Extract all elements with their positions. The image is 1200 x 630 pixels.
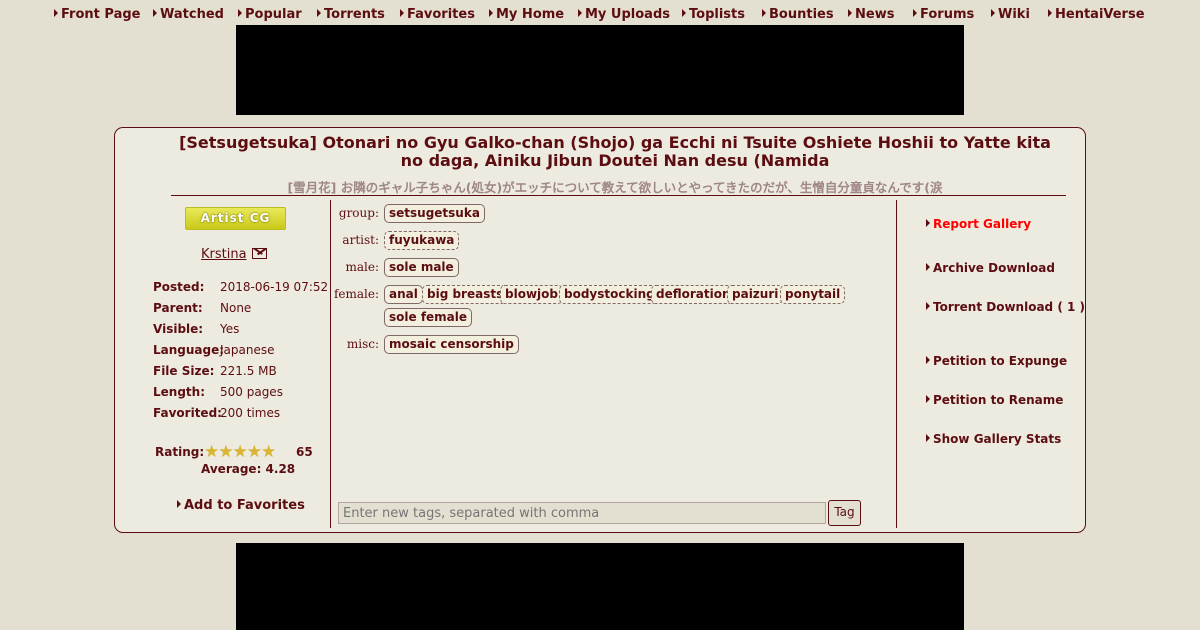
nav-torrents[interactable]: Torrents (317, 7, 385, 22)
detail-key: Visible: (153, 322, 204, 336)
arrow-icon (54, 9, 58, 17)
nav-my-uploads[interactable]: My Uploads (578, 7, 670, 22)
rating-stars-icon[interactable]: ★★★★★ ★★★★★ (204, 444, 286, 461)
nav-front-page[interactable]: Front Page (54, 7, 140, 22)
arrow-icon (177, 500, 181, 508)
tag-setsugetsuka[interactable]: setsugetsuka (384, 204, 485, 223)
arrow-icon (153, 9, 157, 17)
nav-toplists[interactable]: Toplists (682, 7, 745, 22)
detail-value: 500 pages (220, 385, 283, 399)
tag-mosaic-censorship[interactable]: mosaic censorship (384, 335, 519, 354)
bottom-ad-banner[interactable] (236, 543, 964, 630)
report-gallery-link[interactable]: Report Gallery (926, 217, 1031, 231)
arrow-icon (913, 9, 917, 17)
arrow-icon (926, 263, 930, 271)
detail-value: 221.5 MB (220, 364, 277, 378)
uploader-link[interactable]: Krstina (201, 247, 247, 262)
nav-watched[interactable]: Watched (153, 7, 224, 22)
detail-key: File Size: (153, 364, 215, 378)
tag-namespace-group: group: (338, 206, 379, 220)
nav-news[interactable]: News (848, 7, 894, 22)
nav-my-home[interactable]: My Home (489, 7, 564, 22)
nav-forums[interactable]: Forums (913, 7, 974, 22)
detail-value: Japanese (220, 343, 275, 357)
tag-fuyukawa[interactable]: fuyukawa (384, 231, 460, 250)
mail-icon[interactable] (252, 248, 267, 259)
tag-blowjob[interactable]: blowjob (500, 285, 563, 304)
arrow-icon (926, 434, 930, 442)
tag-namespace-male: male: (345, 260, 379, 274)
nav-wiki[interactable]: Wiki (991, 7, 1030, 22)
detail-value: 2018-06-19 07:52 (220, 280, 329, 294)
arrow-icon (762, 9, 766, 17)
arrow-icon (682, 9, 686, 17)
tag-bodystocking[interactable]: bodystocking (559, 285, 660, 304)
detail-key: Language: (153, 343, 225, 357)
arrow-icon (991, 9, 995, 17)
top-ad-banner[interactable] (236, 25, 964, 115)
arrow-icon (400, 9, 404, 17)
tag-sole-male[interactable]: sole male (384, 258, 459, 277)
arrow-icon (926, 356, 930, 364)
arrow-icon (926, 219, 930, 227)
detail-key: Favorited: (153, 406, 222, 420)
star-fill-icon: ★★★★★ (204, 444, 275, 460)
tag-ponytail[interactable]: ponytail (780, 285, 846, 304)
arrow-icon (238, 9, 242, 17)
gallery-title-japanese: [雪月花] お隣のギャル子ちゃん(処女)がエッチについて教えて欲しいとやってきた… (287, 180, 943, 195)
gallery-stats-link[interactable]: Show Gallery Stats (926, 432, 1061, 446)
tag-namespace-female: female: (333, 287, 379, 301)
gallery-title: [Setsugetsuka] Otonari no Gyu Galko-chan… (179, 133, 1051, 170)
left-column-divider (330, 200, 331, 528)
add-to-favorites-link[interactable]: Add to Favorites (177, 498, 305, 513)
detail-value: 200 times (220, 406, 281, 420)
petition-expunge-link[interactable]: Petition to Expunge (926, 354, 1067, 368)
tag-namespace-misc: misc: (346, 337, 379, 351)
nav-favorites[interactable]: Favorites (400, 7, 475, 22)
petition-rename-link[interactable]: Petition to Rename (926, 393, 1063, 407)
torrent-download-link[interactable]: Torrent Download ( 1 ) (926, 300, 1085, 314)
detail-key: Length: (153, 385, 205, 399)
top-nav: Front Page Watched Popular Torrents Favo… (0, 0, 1200, 28)
arrow-icon (1048, 9, 1052, 17)
rating-label: Rating: (155, 445, 205, 459)
nav-bounties[interactable]: Bounties (762, 7, 834, 22)
new-tags-input[interactable] (338, 502, 826, 524)
detail-value: None (220, 301, 252, 315)
rating-count: 65 (296, 445, 313, 459)
title-divider (171, 195, 1066, 196)
tag-paizuri[interactable]: paizuri (727, 285, 784, 304)
tag-submit-button[interactable]: Tag (828, 500, 861, 526)
right-column-divider (896, 200, 897, 528)
detail-key: Posted: (153, 280, 205, 294)
arrow-icon (848, 9, 852, 17)
detail-value: Yes (220, 322, 240, 336)
rating-average: Average: 4.28 (201, 462, 296, 476)
arrow-icon (578, 9, 582, 17)
nav-popular[interactable]: Popular (238, 7, 302, 22)
nav-hentaiverse[interactable]: HentaiVerse (1048, 7, 1145, 22)
tag-namespace-artist: artist: (342, 233, 379, 247)
arrow-icon (926, 302, 930, 310)
tag-anal[interactable]: anal (384, 285, 423, 304)
detail-key: Parent: (153, 301, 203, 315)
gallery-panel: [Setsugetsuka] Otonari no Gyu Galko-chan… (114, 127, 1086, 533)
tag-sole-female[interactable]: sole female (384, 308, 473, 327)
tag-big-breasts[interactable]: big breasts (422, 285, 509, 304)
tag-defloration[interactable]: defloration (651, 285, 736, 304)
arrow-icon (317, 9, 321, 17)
category-badge[interactable]: Artist CG (185, 207, 286, 230)
arrow-icon (489, 9, 493, 17)
archive-download-link[interactable]: Archive Download (926, 261, 1055, 275)
arrow-icon (926, 395, 930, 403)
